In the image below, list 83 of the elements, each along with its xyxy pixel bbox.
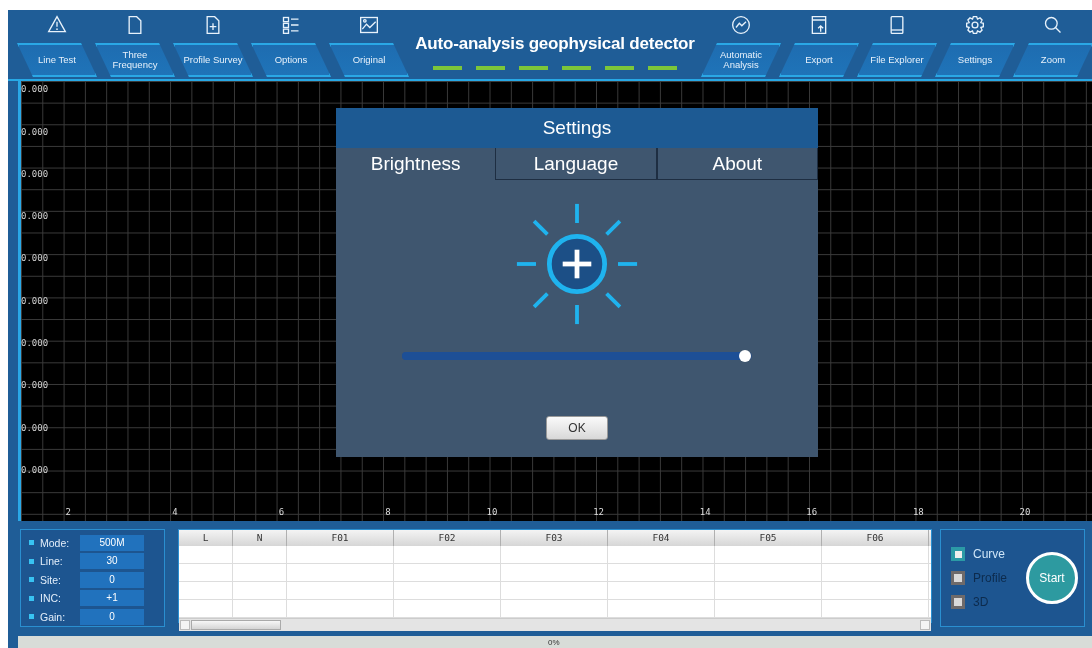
progress-dash [648,66,677,70]
toolbar-tab[interactable]: Line Test [17,43,97,77]
axis-label: 16 [806,507,818,520]
toolbar-tab[interactable]: Export [779,43,859,77]
axis-label: 20 [1019,507,1031,520]
toolbar-tab[interactable]: Original [329,43,409,77]
settings-icon[interactable] [965,15,985,35]
axis-label: 0.000 [21,126,49,137]
axis-label: 8 [385,507,391,520]
progress-dash [605,66,634,70]
value-field: 30 [80,553,144,569]
checkbox[interactable] [951,595,965,610]
axis-label: 12 [593,507,604,520]
image-icon[interactable] [359,15,379,35]
start-button[interactable]: Start [1026,552,1078,605]
toolbar-tab[interactable]: Settings [935,43,1015,77]
axis-label: 0.000 [21,211,49,222]
value-field: 0 [80,608,144,625]
list-icon[interactable] [281,15,301,35]
value-field: 500M [80,534,144,551]
axis-label: 0.000 [21,380,49,391]
brightness-slider[interactable] [402,352,752,360]
axis-label: 0.000 [21,338,49,349]
axis-label: 18 [912,507,924,520]
column-header[interactable]: F01 [287,530,394,547]
scrollbar-thumb[interactable] [191,620,281,631]
progress-reading: 0% [548,638,560,647]
progress-dash [433,66,462,70]
toolbar-tab[interactable]: Options [251,43,331,77]
field-label: Line: [40,555,64,567]
column-header[interactable]: N [233,530,287,547]
ok-button[interactable]: OK [546,416,608,440]
dialog-tab[interactable]: About [656,148,818,180]
horizontal-scrollbar[interactable] [179,618,931,632]
axis-label: 10 [486,507,498,520]
column-header[interactable]: F03 [501,530,608,547]
progress-dash [562,66,591,70]
toolbar-tab[interactable]: Profile Survey [173,43,253,77]
axis-label: 0.000 [21,253,49,264]
toolbar-tab[interactable]: Zoom [1013,43,1092,77]
axis-label: 14 [699,507,711,520]
axis-label: 0.000 [21,295,49,306]
export-icon[interactable] [809,15,829,35]
column-header[interactable]: F02 [394,530,501,547]
toolbar-tab[interactable]: Three Frequency [95,43,175,77]
progress-dash [519,66,548,70]
checkbox-label[interactable]: Curve [973,547,1005,562]
bullet-icon [29,595,34,601]
bullet-icon [29,614,34,619]
dialog-tab[interactable]: Language [495,148,657,180]
checkbox[interactable] [951,571,965,586]
column-header[interactable]: L [179,530,233,547]
column-header[interactable]: F04 [608,530,715,547]
axis-label: 6 [278,507,285,520]
field-label: Site: [40,573,62,586]
search-icon[interactable] [1043,15,1063,35]
brightness-icon [515,202,639,326]
bullet-icon [29,558,34,564]
warning-icon[interactable] [47,15,67,35]
tablet-icon[interactable] [887,15,907,35]
axis-label: 0.000 [21,168,49,179]
column-header[interactable]: F05 [715,530,822,547]
window-title: Auto-analysis geophysical detector [415,34,695,54]
dialog-title: Settings [336,108,818,148]
axis-label: 0.000 [21,464,49,475]
axis-label: 2 [65,507,71,520]
column-header[interactable]: F06 [822,530,929,547]
bullet-icon [29,540,34,545]
value-field: +1 [80,590,144,606]
axis-label: 4 [172,507,178,520]
chart-icon[interactable] [731,15,751,35]
toolbar-tab[interactable]: File Explorer [857,43,937,77]
checkbox[interactable] [951,547,965,562]
axis-label: 0.000 [21,84,49,95]
slider-thumb[interactable] [739,350,751,362]
toolbar-tab[interactable]: Automatic Analysis [701,43,781,77]
field-label: Mode: [40,536,71,549]
progress-dash [476,66,505,70]
bullet-icon [29,577,34,582]
value-field: 0 [80,571,144,588]
field-label: INC: [40,592,62,604]
field-label: Gain: [40,610,67,623]
axis-label: 0.000 [21,422,49,433]
